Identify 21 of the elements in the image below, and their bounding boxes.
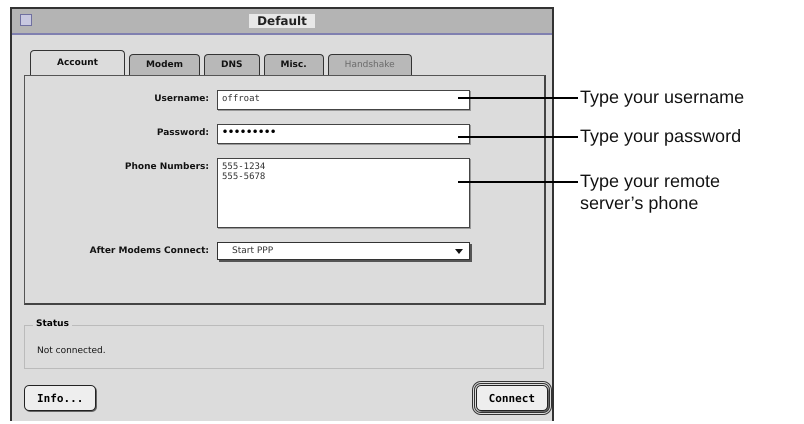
callout-text: Type your username [580,86,746,108]
callout-text: Type your remote server’s phone [580,170,722,214]
username-field[interactable]: offroat [217,90,470,110]
popup-menu[interactable]: Start PPP [217,242,470,260]
button[interactable]: Info... [24,385,96,411]
close-box-icon[interactable] [20,14,32,26]
caret-icon [455,248,463,254]
tab[interactable]: DNS [204,54,260,75]
group-title: Status [33,319,72,329]
callout-text: Type your password [580,125,742,147]
password-field[interactable]: ••••••••• [217,124,470,144]
field-label: Phone Numbers: [124,161,209,172]
status-text: Not connected. [37,346,106,356]
field-label: Username: [153,93,209,104]
tab[interactable]: Misc. [264,54,324,75]
phone-numbers-field[interactable]: 555-1234 555-5678 [217,158,470,228]
field-label: Password: [156,127,209,138]
tab[interactable]: Modem [128,54,200,75]
window-title: Default [249,14,315,28]
field-label: After Modems Connect: [88,245,209,256]
tab[interactable]: Account [30,50,125,75]
